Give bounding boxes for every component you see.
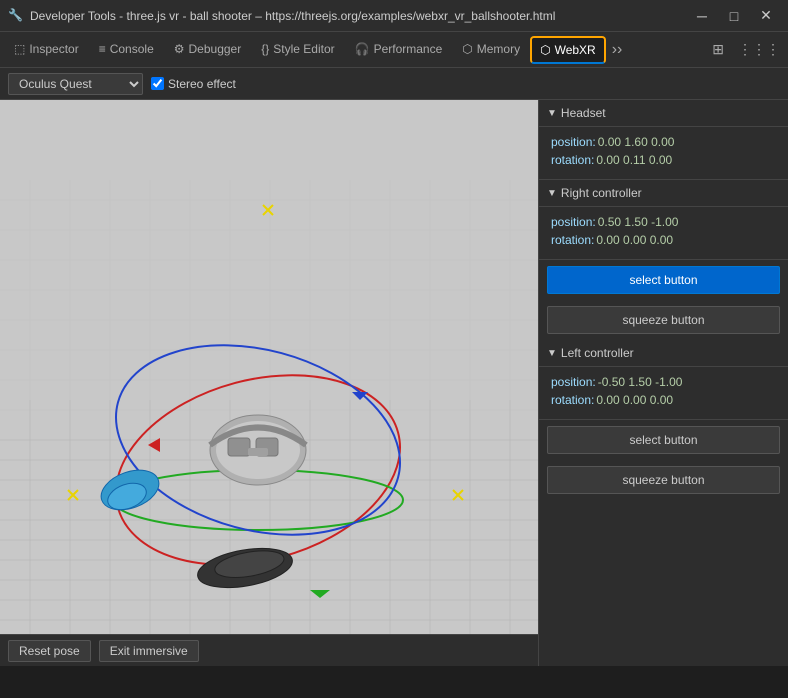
viewport: Reset pose Exit immersive: [0, 100, 538, 666]
right-controller-select-button[interactable]: select button: [547, 266, 780, 294]
right-controller-position-row: position: 0.50 1.50 -1.00: [551, 215, 776, 229]
bottom-bar: Reset pose Exit immersive: [0, 634, 538, 666]
headset-arrow-icon: ▼: [547, 108, 557, 119]
left-controller-select-button[interactable]: select button: [547, 426, 780, 454]
app-icon: 🔧: [8, 8, 24, 24]
tab-bar: ⬚ Inspector ≡ Console ⚙ Debugger {} Styl…: [0, 32, 788, 68]
tab-inspector[interactable]: ⬚ Inspector: [4, 32, 89, 68]
settings-button[interactable]: ⋮⋮⋮: [734, 37, 784, 62]
device-select[interactable]: Oculus Quest HTC Vive Samsung Gear VR: [8, 73, 143, 95]
left-controller-rotation-row: rotation: 0.00 0.00 0.00: [551, 393, 776, 407]
tab-memory[interactable]: ⬡ Memory: [452, 32, 530, 68]
title-bar: 🔧 Developer Tools - three.js vr - ball s…: [0, 0, 788, 32]
tab-console[interactable]: ≡ Console: [89, 32, 164, 68]
tab-styleeditor[interactable]: {} Style Editor: [251, 32, 344, 68]
viewport-canvas: [0, 100, 538, 666]
stereo-effect-checkbox-label[interactable]: Stereo effect: [151, 77, 236, 91]
headset-section-content: position: 0.00 1.60 0.00 rotation: 0.00 …: [539, 127, 788, 180]
tab-webxr[interactable]: ⬡ WebXR: [530, 36, 606, 64]
tab-performance[interactable]: 🎧 Performance: [345, 32, 453, 68]
main-content: Reset pose Exit immersive ▼ Headset posi…: [0, 100, 788, 666]
left-controller-position-row: position: -0.50 1.50 -1.00: [551, 375, 776, 389]
tab-overflow-button[interactable]: ››: [606, 41, 629, 59]
right-controller-section-header[interactable]: ▼ Right controller: [539, 180, 788, 207]
stereo-effect-checkbox[interactable]: [151, 77, 164, 90]
left-controller-section-content: position: -0.50 1.50 -1.00 rotation: 0.0…: [539, 367, 788, 420]
reset-pose-button[interactable]: Reset pose: [8, 640, 91, 662]
right-panel: ▼ Headset position: 0.00 1.60 0.00 rotat…: [538, 100, 788, 666]
title-bar-text: Developer Tools - three.js vr - ball sho…: [30, 9, 688, 23]
right-controller-squeeze-button[interactable]: squeeze button: [547, 306, 780, 334]
left-controller-arrow-icon: ▼: [547, 348, 557, 359]
right-controller-rotation-row: rotation: 0.00 0.00 0.00: [551, 233, 776, 247]
toolbar: Oculus Quest HTC Vive Samsung Gear VR St…: [0, 68, 788, 100]
inspector-icon: ⬚: [14, 42, 25, 56]
styleeditor-icon: {}: [261, 42, 269, 56]
right-controller-arrow-icon: ▼: [547, 188, 557, 199]
close-button[interactable]: ✕: [752, 4, 780, 28]
left-controller-squeeze-button[interactable]: squeeze button: [547, 466, 780, 494]
webxr-icon: ⬡: [540, 43, 550, 57]
tab-debugger[interactable]: ⚙ Debugger: [164, 32, 251, 68]
dock-button[interactable]: ⊞: [708, 37, 728, 62]
memory-icon: ⬡: [462, 42, 472, 56]
maximize-button[interactable]: □: [720, 4, 748, 28]
headset-position-row: position: 0.00 1.60 0.00: [551, 135, 776, 149]
headset-rotation-row: rotation: 0.00 0.11 0.00: [551, 153, 776, 167]
minimize-button[interactable]: ─: [688, 4, 716, 28]
left-controller-section-header[interactable]: ▼ Left controller: [539, 340, 788, 367]
right-controller-section-content: position: 0.50 1.50 -1.00 rotation: 0.00…: [539, 207, 788, 260]
tab-bar-extras: ⊞ ⋮⋮⋮: [708, 37, 784, 62]
window-controls: ─ □ ✕: [688, 4, 780, 28]
headset-section-header[interactable]: ▼ Headset: [539, 100, 788, 127]
exit-immersive-button[interactable]: Exit immersive: [99, 640, 199, 662]
console-icon: ≡: [99, 42, 106, 56]
debugger-icon: ⚙: [174, 42, 185, 56]
performance-icon: 🎧: [355, 42, 370, 56]
